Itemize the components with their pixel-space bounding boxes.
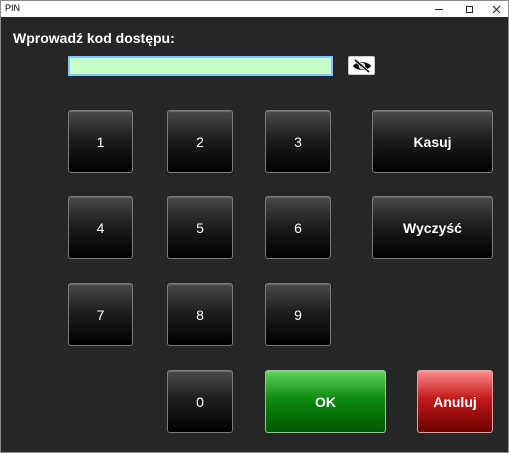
key-1[interactable]: 1 [68, 110, 133, 173]
key-6[interactable]: 6 [265, 196, 331, 259]
key-8[interactable]: 8 [167, 283, 233, 346]
delete-button[interactable]: Kasuj [372, 110, 493, 173]
clear-button[interactable]: Wyczyść [372, 196, 493, 259]
prompt-label: Wprowadź kod dostępu: [13, 30, 175, 46]
key-3[interactable]: 3 [265, 110, 331, 173]
key-9[interactable]: 9 [265, 283, 331, 346]
minimize-icon [435, 8, 443, 10]
window-title: PIN [5, 3, 21, 13]
key-2[interactable]: 2 [167, 110, 233, 173]
pin-panel: Wprowadź kod dostępu: 1 2 3 Kasuj 4 5 6 … [1, 17, 508, 452]
key-4[interactable]: 4 [68, 196, 133, 259]
pin-input[interactable] [68, 56, 333, 76]
close-icon [492, 5, 500, 13]
key-0[interactable]: 0 [167, 370, 233, 433]
maximize-icon [465, 5, 473, 13]
maximize-button[interactable] [454, 1, 484, 17]
key-7[interactable]: 7 [68, 283, 133, 346]
close-button[interactable] [481, 1, 509, 17]
key-5[interactable]: 5 [167, 196, 233, 259]
toggle-visibility-button[interactable] [348, 56, 375, 75]
pin-window: PIN Wprowadź kod dostępu: 1 2 3 Kasuj 4 … [0, 0, 509, 453]
cancel-button[interactable]: Anuluj [417, 370, 493, 433]
eye-slash-icon [352, 58, 371, 73]
ok-button[interactable]: OK [265, 370, 386, 433]
minimize-button[interactable] [424, 1, 454, 17]
title-bar: PIN [1, 1, 508, 17]
